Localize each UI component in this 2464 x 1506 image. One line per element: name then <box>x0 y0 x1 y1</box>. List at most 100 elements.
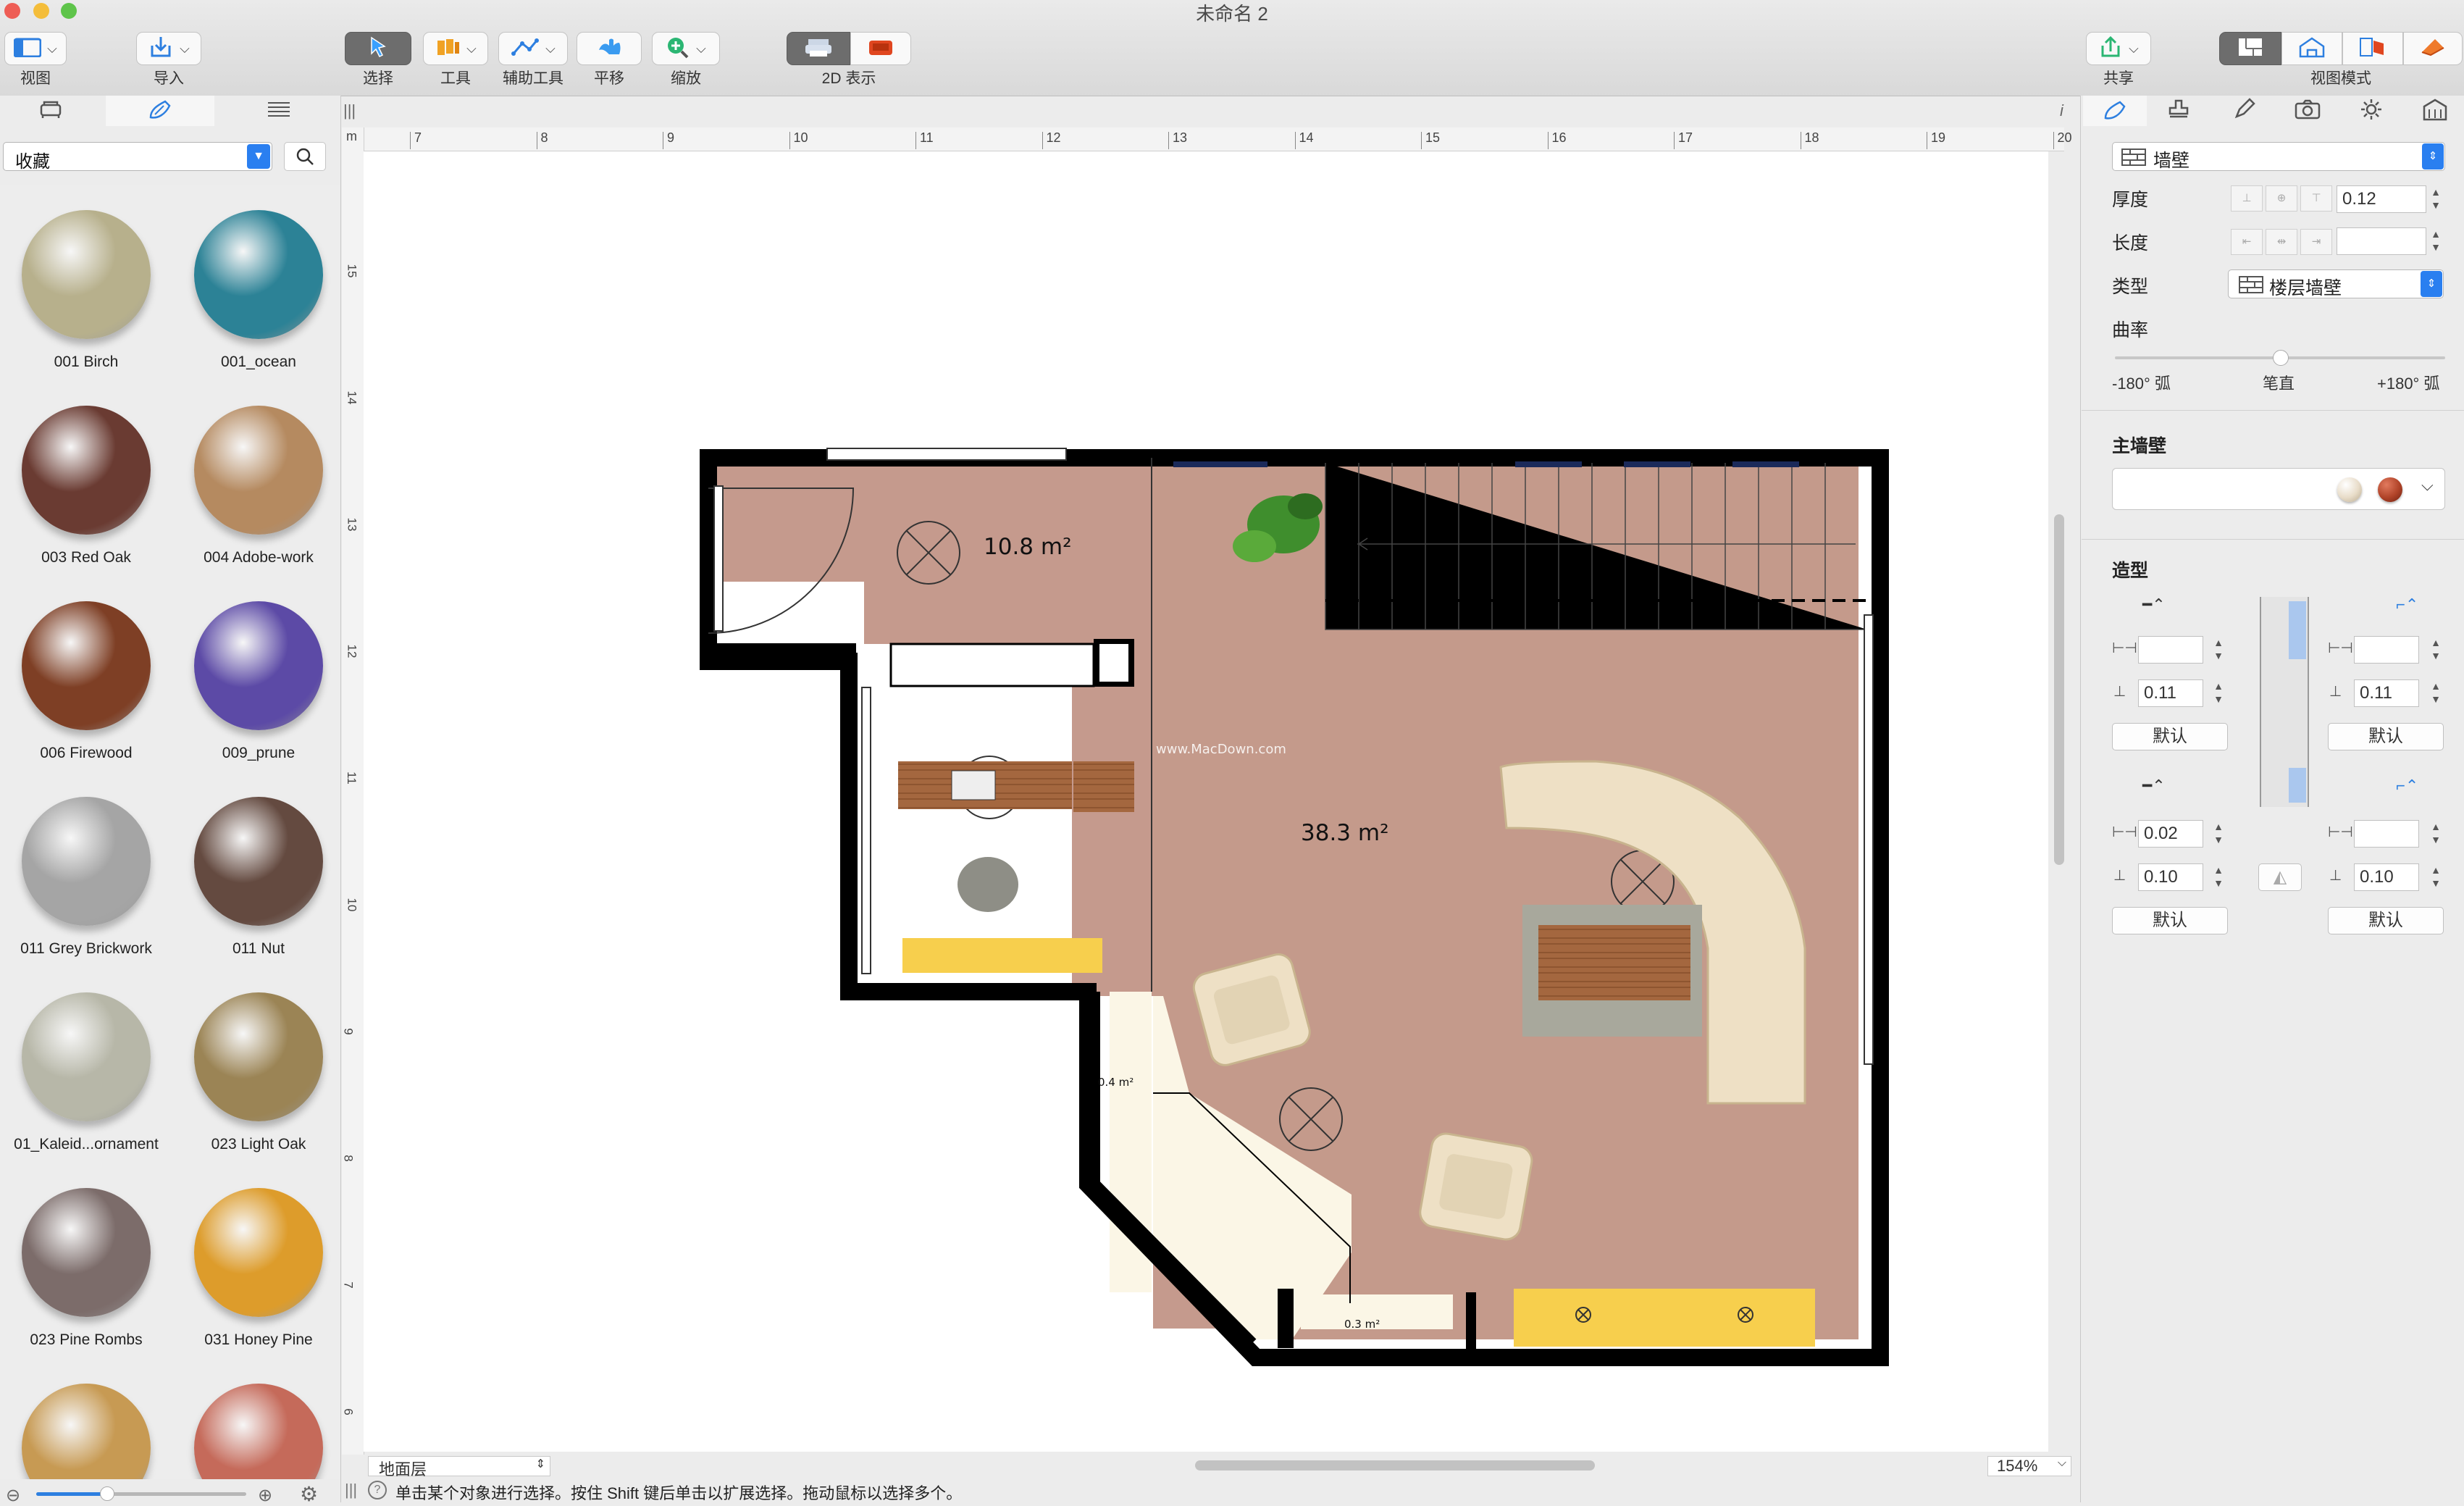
default-button-right-bottom[interactable]: 默认 <box>2328 907 2444 934</box>
house-3d-icon <box>2298 36 2326 62</box>
horizontal-scrollbar[interactable] <box>1195 1460 1595 1471</box>
thumbnail-size-knob[interactable] <box>100 1486 114 1501</box>
material-item[interactable]: 001_ocean <box>172 210 340 371</box>
material-item[interactable]: 006 Firewood <box>0 601 172 762</box>
vertical-scrollbar[interactable] <box>2054 514 2064 865</box>
zoom-button[interactable]: ⌵ <box>652 32 720 65</box>
tab-camera[interactable] <box>2276 96 2339 126</box>
material-item[interactable]: 011 Grey Brickwork <box>0 797 172 958</box>
length-stepper[interactable]: ▲ ▼ <box>2429 227 2442 255</box>
zoom-level-select[interactable]: 154% ⌵ <box>1987 1456 2071 1476</box>
tab-pencil[interactable] <box>2212 96 2276 126</box>
share-button[interactable]: ⌵ <box>2086 32 2151 65</box>
material-item[interactable]: 031 Honey Pine <box>172 1188 340 1349</box>
aux-tools-button[interactable]: ⌵ <box>498 32 568 65</box>
align-top-icon[interactable]: ⊥ <box>2231 185 2263 212</box>
material-item[interactable]: 001 Birch <box>0 210 172 371</box>
material-item[interactable]: 023 Light Oak <box>172 992 340 1153</box>
material-item[interactable]: 009_prune <box>172 601 340 762</box>
tools-button[interactable]: ⌵ <box>423 32 488 65</box>
view-mode-3d-button[interactable] <box>2281 32 2342 65</box>
left-height-input-2[interactable]: 0.10 <box>2138 863 2203 891</box>
info-icon[interactable]: i <box>2060 101 2063 120</box>
2d-plan-button[interactable] <box>787 32 850 65</box>
right-width-input-2[interactable] <box>2354 820 2419 848</box>
material-item[interactable]: 003 Red Oak <box>0 406 172 566</box>
left-height-input[interactable]: 0.11 <box>2138 679 2203 707</box>
profile-right-toggle-2[interactable]: ⌐⌃ <box>2396 777 2418 795</box>
tab-materials[interactable] <box>106 96 214 126</box>
material-item[interactable]: 011 Nut <box>172 797 340 958</box>
symmetry-button[interactable]: ◭ <box>2258 863 2302 891</box>
view-mode-eraser-button[interactable] <box>2403 32 2463 65</box>
height-icon: ⊥ <box>2329 684 2342 700</box>
right-height-input-2[interactable]: 0.10 <box>2354 863 2419 891</box>
tab-list[interactable] <box>217 96 340 126</box>
profile-right-toggle[interactable]: ⌐⌃ <box>2396 595 2418 614</box>
align-bottom-icon[interactable]: ⊤ <box>2300 185 2332 212</box>
left-height-stepper-2[interactable]: ▲ ▼ <box>2212 863 2225 891</box>
thickness-align-buttons[interactable]: ⊥ ⊕ ⊤ <box>2231 185 2332 212</box>
tab-building[interactable] <box>2403 96 2464 126</box>
right-width-input[interactable] <box>2354 636 2419 664</box>
panel-toggle-icon[interactable]: ||| <box>345 1481 357 1499</box>
arrow-right-icon[interactable]: ⇥ <box>2300 229 2332 255</box>
view-button[interactable]: ⌵ <box>4 32 67 65</box>
left-height-stepper[interactable]: ▲ ▼ <box>2212 679 2225 707</box>
gear-icon[interactable]: ⚙ <box>300 1482 318 1506</box>
panel-toggle-icon[interactable]: ||| <box>343 101 356 120</box>
left-width-stepper[interactable]: ▲ ▼ <box>2212 636 2225 664</box>
pencil-icon <box>2232 97 2255 125</box>
floor-plan[interactable]: 10.8 m² 38.3 m² 0.4 m² 0.3 m² www.MacDow… <box>364 151 2048 1452</box>
material-item[interactable]: 01_Kaleid...ornament <box>0 992 172 1153</box>
ruler-tick <box>1421 132 1422 149</box>
2d-render-button[interactable] <box>850 32 911 65</box>
arrow-left-icon[interactable]: ⇤ <box>2231 229 2263 255</box>
right-height-input[interactable]: 0.11 <box>2354 679 2419 707</box>
left-width-input-2[interactable]: 0.02 <box>2138 820 2203 848</box>
floor-plan-canvas[interactable]: 10.8 m² 38.3 m² 0.4 m² 0.3 m² www.MacDow… <box>364 151 2048 1452</box>
profile-left-toggle[interactable]: ━⌃ <box>2142 595 2166 614</box>
left-width-stepper-2[interactable]: ▲ ▼ <box>2212 820 2225 848</box>
tab-wall-props[interactable] <box>2083 96 2147 126</box>
tab-furniture[interactable] <box>0 96 101 126</box>
material-item[interactable] <box>0 1384 172 1479</box>
profile-left-toggle-2[interactable]: ━⌃ <box>2142 777 2166 795</box>
search-button[interactable] <box>284 142 326 171</box>
import-button[interactable]: ⌵ <box>136 32 201 65</box>
aux-tools-label: 辅助工具 <box>503 70 563 87</box>
thickness-stepper[interactable]: ▲ ▼ <box>2429 185 2442 213</box>
right-width-stepper[interactable]: ▲ ▼ <box>2429 636 2442 664</box>
view-mode-split-button[interactable] <box>2342 32 2403 65</box>
window-left <box>713 485 724 632</box>
wall-type-select[interactable]: 楼层墙壁 ⇕ <box>2228 269 2444 298</box>
right-width-stepper-2[interactable]: ▲ ▼ <box>2429 820 2442 848</box>
thickness-input[interactable]: 0.12 <box>2337 185 2426 213</box>
material-item[interactable] <box>172 1384 340 1479</box>
right-height-stepper[interactable]: ▲ ▼ <box>2429 679 2442 707</box>
floor-level-select[interactable]: 地面层 ⇕ <box>368 1456 550 1478</box>
material-item[interactable]: 004 Adobe-work <box>172 406 340 566</box>
tab-light[interactable] <box>2339 96 2403 126</box>
length-input[interactable] <box>2337 227 2426 255</box>
arrows-both-icon[interactable]: ⇹ <box>2266 229 2297 255</box>
help-icon[interactable]: ? <box>368 1481 387 1499</box>
zoom-out-icon[interactable]: ⊖ <box>6 1485 20 1506</box>
align-center-icon[interactable]: ⊕ <box>2266 185 2297 212</box>
right-height-stepper-2[interactable]: ▲ ▼ <box>2429 863 2442 891</box>
select-tool-button[interactable] <box>345 32 411 65</box>
material-item[interactable]: 023 Pine Rombs <box>0 1188 172 1349</box>
zoom-in-icon[interactable]: ⊕ <box>258 1485 272 1506</box>
length-align-buttons[interactable]: ⇤ ⇹ ⇥ <box>2231 229 2332 255</box>
collection-dropdown[interactable]: 收藏 ▼ <box>3 142 272 172</box>
default-button-left-bottom[interactable]: 默认 <box>2112 907 2228 934</box>
main-wall-material-select[interactable]: ⌵ <box>2112 468 2445 510</box>
curvature-knob[interactable] <box>2273 350 2289 366</box>
tab-stamp[interactable] <box>2147 96 2211 126</box>
default-button-right-top[interactable]: 默认 <box>2328 723 2444 750</box>
default-button-left-top[interactable]: 默认 <box>2112 723 2228 750</box>
left-width-input[interactable] <box>2138 636 2203 664</box>
pan-button[interactable] <box>577 32 642 65</box>
object-type-select[interactable]: 墙壁 ⇕ <box>2112 142 2445 171</box>
view-mode-plan-button[interactable] <box>2219 32 2281 65</box>
